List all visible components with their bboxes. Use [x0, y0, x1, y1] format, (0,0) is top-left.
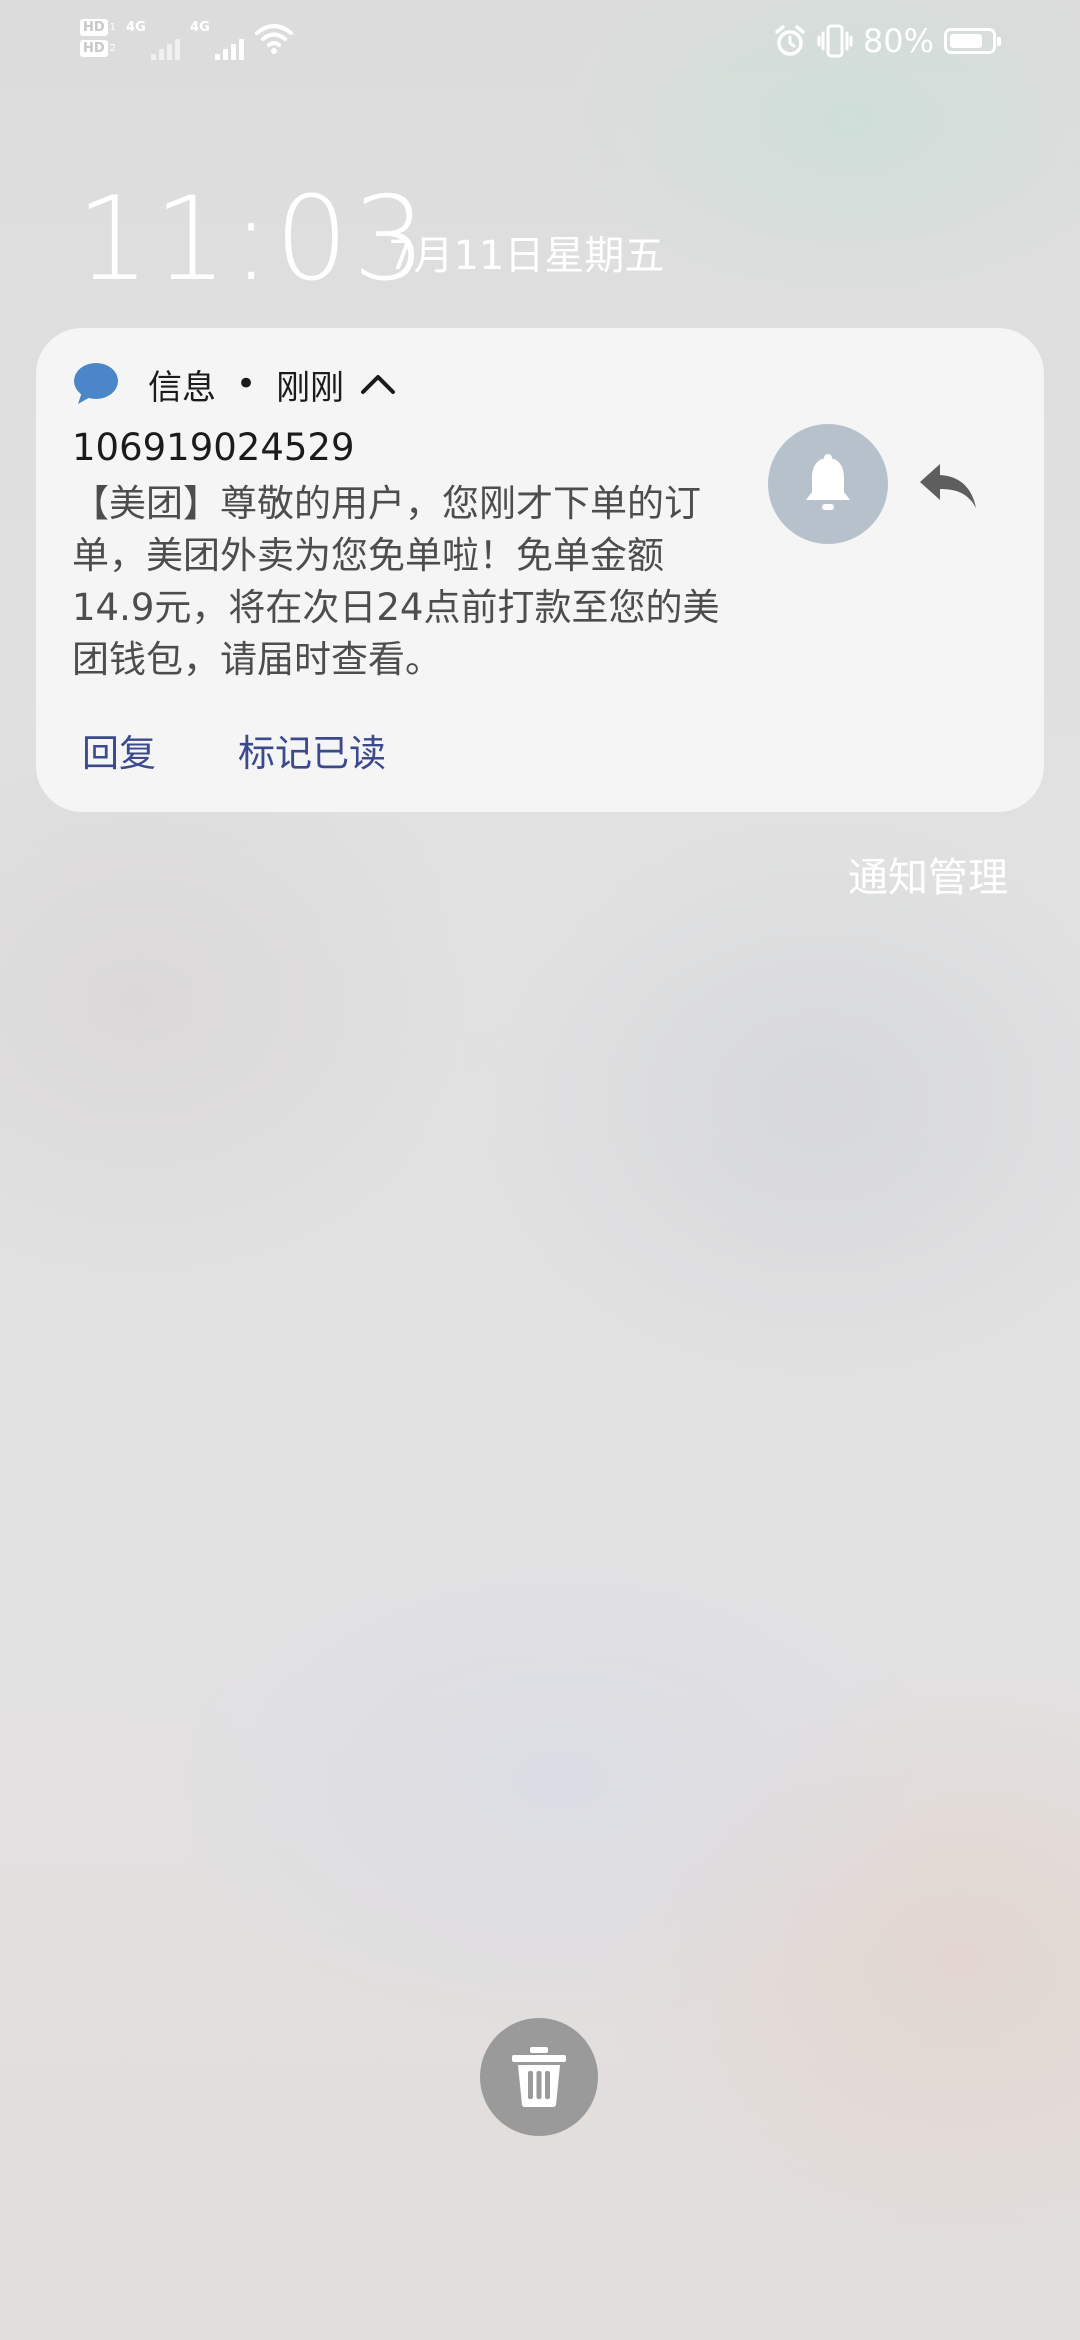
hd-badge-sim2: HD 2 — [80, 40, 116, 57]
signal-sim2-icon: 4G — [190, 16, 245, 60]
mark-read-button[interactable]: 标记已读 — [238, 726, 386, 782]
battery-fill — [950, 34, 982, 48]
notification-time: 刚刚 — [276, 367, 345, 408]
signal-sim1-icon: 4G — [126, 16, 181, 60]
hd-sub: 2 — [109, 43, 117, 54]
hd-label: HD — [80, 19, 108, 36]
reply-arrow-icon[interactable] — [914, 458, 980, 514]
status-bar-left: HD 1 HD 2 4G 4G — [80, 16, 294, 60]
notification-header[interactable]: 信息 • 刚刚 — [72, 354, 398, 414]
reply-button[interactable]: 回复 — [82, 726, 156, 782]
alarm-icon — [775, 25, 805, 56]
wifi-icon — [255, 24, 294, 54]
battery-percent: 80% — [862, 22, 934, 60]
notification-card[interactable]: 信息 • 刚刚 106919024529 【美团】尊敬的用户，您刚才下单的订单，… — [36, 328, 1044, 812]
header-separator: • — [236, 364, 257, 404]
network-type-2: 4G — [190, 20, 210, 35]
hd-sub: 1 — [109, 22, 117, 33]
chevron-up-icon[interactable] — [358, 364, 398, 404]
messages-app-icon — [74, 363, 118, 404]
notification-app-name: 信息 — [148, 367, 216, 408]
bell-icon — [806, 454, 850, 510]
hd-indicators: HD 1 HD 2 — [80, 19, 116, 57]
lockscreen-date: 7月11日星期五 — [388, 233, 665, 279]
hd-label: HD — [80, 40, 108, 57]
battery-icon — [944, 28, 1001, 54]
network-type-1: 4G — [126, 20, 146, 35]
trash-icon — [512, 2047, 566, 2107]
battery-nub — [997, 37, 1001, 46]
message-sender: 106919024529 — [72, 426, 355, 469]
hd-badge-sim1: HD 1 — [80, 19, 116, 36]
message-body: 【美团】尊敬的用户，您刚才下单的订单，美团外卖为您免单啦！免单金额14.9元，将… — [72, 482, 720, 681]
lockscreen-clock: 11:03 — [76, 172, 431, 307]
notification-actions: 回复 标记已读 — [82, 726, 386, 782]
clear-notifications-button[interactable] — [480, 2018, 598, 2136]
status-bar: HD 1 HD 2 4G 4G 80% — [0, 0, 1080, 90]
status-bar-right: 80% — [773, 22, 1001, 60]
notification-manage-link[interactable]: 通知管理 — [848, 850, 1008, 906]
snooze-bell-button[interactable] — [768, 424, 888, 544]
vibrate-icon — [817, 24, 853, 58]
